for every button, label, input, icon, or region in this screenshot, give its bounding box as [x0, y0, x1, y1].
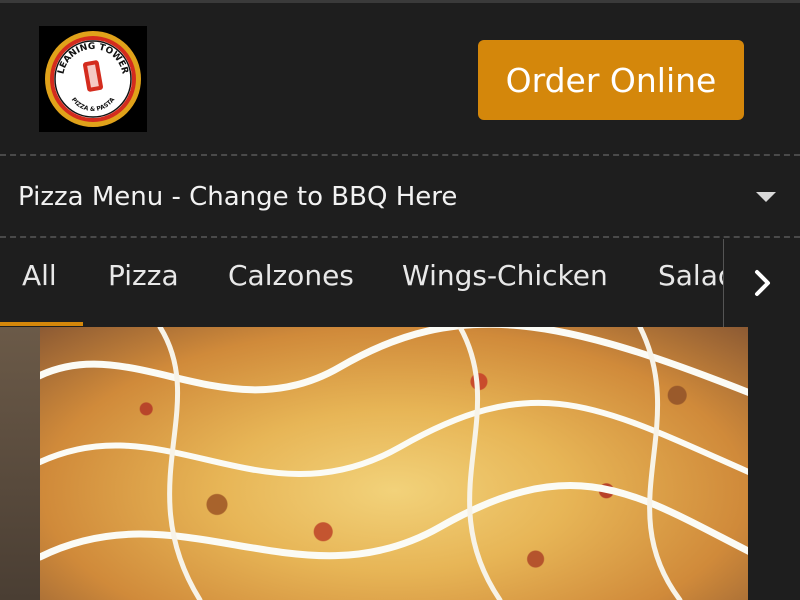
hero-left-edge: [0, 327, 40, 600]
divider-bottom: [0, 236, 800, 238]
header: LEANING TOWER PIZZA & PASTA Order Online: [0, 3, 800, 154]
caret-down-icon: [756, 192, 776, 202]
ranch-drizzle-overlay: [40, 327, 748, 600]
restaurant-menu-page: LEANING TOWER PIZZA & PASTA Order Online…: [0, 0, 800, 600]
tab-calzones[interactable]: Calzones: [228, 259, 354, 292]
divider-top: [0, 154, 800, 156]
tab-all[interactable]: All: [22, 259, 57, 292]
menu-selector-label: Pizza Menu - Change to BBQ Here: [18, 181, 458, 212]
tab-wings-chicken[interactable]: Wings-Chicken: [402, 259, 608, 292]
pizza-photo: [40, 327, 748, 600]
order-online-button[interactable]: Order Online: [478, 40, 744, 120]
chevron-right-icon: [754, 270, 770, 296]
active-tab-indicator: [0, 322, 83, 326]
menu-selector-dropdown[interactable]: Pizza Menu - Change to BBQ Here: [0, 157, 800, 236]
hero-right-edge: [748, 327, 800, 600]
hero-image-area: [0, 327, 800, 600]
tab-pizza[interactable]: Pizza: [108, 259, 179, 292]
category-tabs: All Pizza Calzones Wings-Chicken Salads: [0, 239, 800, 327]
leaning-tower-logo-icon: LEANING TOWER PIZZA & PASTA: [45, 31, 141, 127]
restaurant-logo[interactable]: LEANING TOWER PIZZA & PASTA: [39, 26, 147, 132]
tabs-scroll-right-button[interactable]: [723, 239, 800, 327]
